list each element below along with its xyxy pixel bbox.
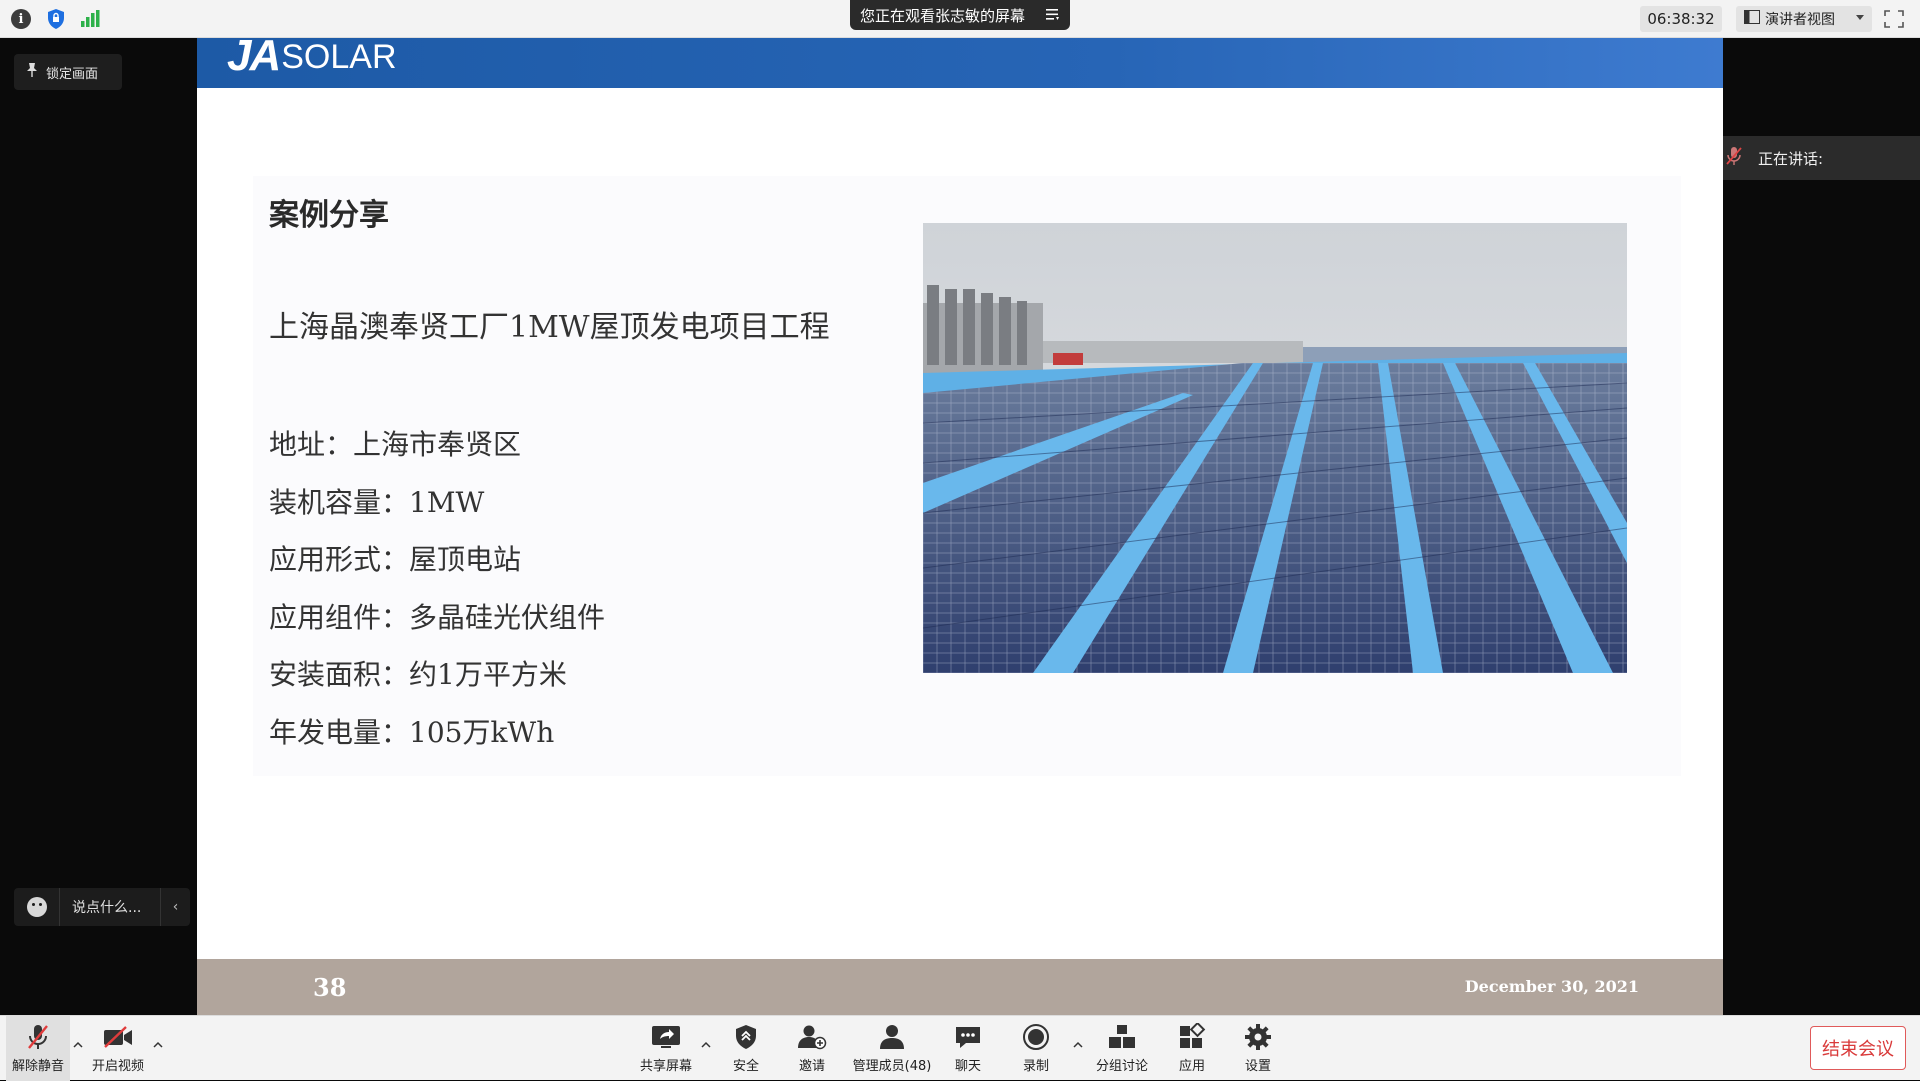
lock-screen-button[interactable]: 锁定画面 <box>14 54 122 90</box>
detail-annual-generation: 年发电量：105万kWh <box>269 715 555 749</box>
slide-footer-bar: 38 December 30, 2021 <box>197 959 1723 1015</box>
logo-mark: JA <box>227 38 281 80</box>
speaking-label: 正在讲话: <box>1758 149 1824 168</box>
breakout-rooms-button[interactable]: 分组讨论 <box>1090 1016 1154 1081</box>
detail-capacity: 装机容量：1MW <box>269 485 485 519</box>
chat-input[interactable]: 说点什么... <box>60 897 160 917</box>
presenter-view-dropdown[interactable]: 演讲者视图 <box>1736 6 1872 32</box>
manage-participants-button[interactable]: 管理成员(48) <box>850 1016 934 1081</box>
pin-icon <box>26 62 38 82</box>
detail-module-type: 应用组件：多晶硅光伏组件 <box>269 600 606 634</box>
network-signal-icon[interactable] <box>79 8 101 30</box>
video-off-icon <box>102 1022 134 1052</box>
emoji-icon[interactable] <box>14 888 60 926</box>
breakout-rooms-label: 分组讨论 <box>1095 1059 1148 1074</box>
logo-word: SOLAR <box>281 38 397 76</box>
lock-screen-label: 锁定画面 <box>46 66 99 82</box>
fullscreen-icon[interactable] <box>1884 10 1904 28</box>
presenter-view-label: 演讲者视图 <box>1765 12 1835 28</box>
invite-button[interactable]: 邀请 <box>790 1016 834 1081</box>
record-button[interactable]: 录制 <box>1014 1016 1058 1081</box>
unmute-label: 解除静音 <box>11 1059 64 1074</box>
chat-button[interactable]: 聊天 <box>946 1016 990 1081</box>
settings-label: 设置 <box>1244 1059 1271 1074</box>
meeting-timer: 06:38:32 <box>1640 6 1722 32</box>
unmute-button[interactable]: 解除静音 <box>6 1016 70 1081</box>
project-details: 地址：上海市奉贤区 装机容量：1MW 应用形式：屋顶电站 应用组件：多晶硅光伏组… <box>269 416 605 761</box>
microphone-muted-icon <box>1726 146 1742 170</box>
apps-button[interactable]: 应用 <box>1170 1016 1214 1081</box>
apps-grid-icon <box>1178 1022 1206 1052</box>
info-icon[interactable]: i <box>10 8 32 30</box>
shield-icon <box>735 1022 757 1052</box>
security-label: 安全 <box>732 1059 759 1074</box>
chevron-left-icon[interactable]: ‹ <box>160 888 190 926</box>
record-icon <box>1022 1022 1050 1052</box>
gear-icon <box>1244 1022 1272 1052</box>
invite-label: 邀请 <box>798 1059 825 1074</box>
apps-label: 应用 <box>1178 1059 1205 1074</box>
share-screen-button[interactable]: 共享屏幕 <box>636 1016 696 1081</box>
slide-title: 案例分享 <box>269 198 389 233</box>
viewing-screen-label: 您正在观看张志敏的屏幕 <box>860 6 1026 25</box>
slide-page-number: 38 <box>313 973 347 1002</box>
menu-icon[interactable] <box>1046 6 1060 22</box>
share-screen-icon <box>651 1022 681 1052</box>
chat-bubble-icon <box>954 1022 982 1052</box>
meeting-toolbar: 解除静音 开启视频 共享屏幕 安全 邀请 管理成员(48) 聊天 录制 分组讨论… <box>0 1015 1920 1081</box>
detail-address: 地址：上海市奉贤区 <box>269 428 522 461</box>
security-button[interactable]: 安全 <box>724 1016 768 1081</box>
layout-icon <box>1744 10 1760 28</box>
start-video-button[interactable]: 开启视频 <box>88 1016 148 1081</box>
share-screen-label: 共享屏幕 <box>639 1059 692 1074</box>
microphone-muted-icon <box>26 1022 50 1052</box>
top-bar: i 您正在观看张志敏的屏幕 06:38:32 演讲者视图 <box>0 0 1920 38</box>
chevron-up-icon[interactable] <box>700 1036 712 1048</box>
participants-icon <box>878 1022 906 1052</box>
settings-button[interactable]: 设置 <box>1236 1016 1280 1081</box>
add-user-icon <box>797 1022 827 1052</box>
chevron-up-icon[interactable] <box>152 1036 164 1048</box>
chat-label: 聊天 <box>954 1059 981 1074</box>
chevron-up-icon[interactable] <box>1072 1036 1084 1048</box>
slide-date: December 30, 2021 <box>1464 977 1639 996</box>
speaking-indicator: 正在讲话: <box>1712 136 1920 180</box>
rooftop-solar-photo <box>923 223 1627 673</box>
shared-slide: JA SOLAR 案例分享 上海晶澳奉贤工厂1MW屋顶发电项目工程 地址：上海市… <box>197 38 1723 1015</box>
chevron-up-icon[interactable] <box>72 1036 84 1048</box>
shield-icon[interactable] <box>45 8 67 30</box>
detail-install-area: 安装面积：约1万平方米 <box>269 658 567 691</box>
end-meeting-button[interactable]: 结束会议 <box>1810 1026 1906 1070</box>
detail-application-form: 应用形式：屋顶电站 <box>269 543 522 576</box>
chevron-down-icon <box>1856 15 1864 20</box>
project-name: 上海晶澳奉贤工厂1MW屋顶发电项目工程 <box>269 310 830 345</box>
slide-header-bar: JA SOLAR <box>197 38 1723 88</box>
breakout-rooms-icon <box>1107 1022 1137 1052</box>
quick-chat-bar[interactable]: 说点什么... ‹ <box>14 888 190 926</box>
record-label: 录制 <box>1022 1059 1049 1074</box>
ja-solar-logo: JA SOLAR <box>227 38 397 80</box>
participants-label: 管理成员(48) <box>852 1059 932 1074</box>
start-video-label: 开启视频 <box>91 1059 144 1074</box>
viewing-screen-indicator[interactable]: 您正在观看张志敏的屏幕 <box>850 0 1070 30</box>
